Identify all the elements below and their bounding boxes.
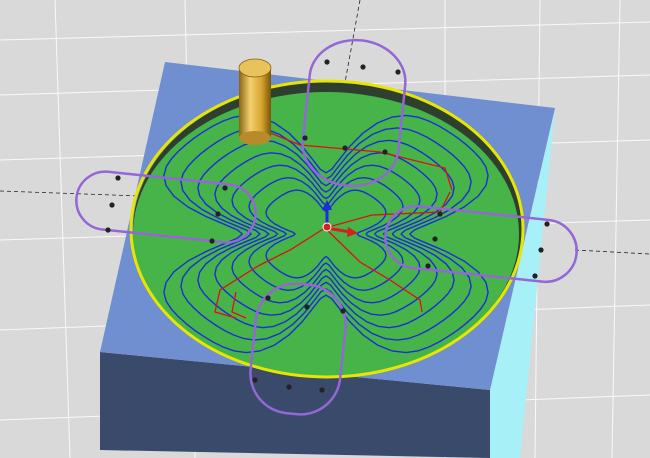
end-mill-icon[interactable] [238, 58, 272, 145]
pocket-floor [133, 92, 519, 376]
cam-3d-viewport[interactable] [0, 0, 650, 458]
